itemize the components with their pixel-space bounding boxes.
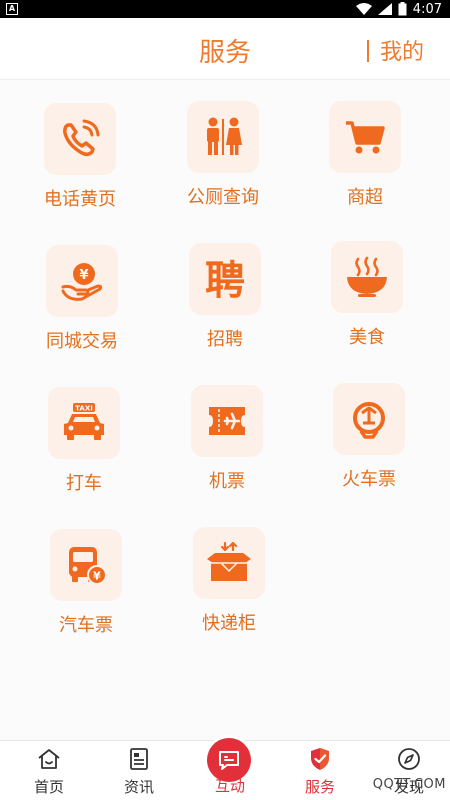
recruit-icon: 聘 xyxy=(189,243,261,315)
top-header: 服务 我的 xyxy=(0,18,450,80)
plane-ticket-icon xyxy=(191,385,263,457)
service-label: 火车票 xyxy=(342,469,396,490)
service-label: 打车 xyxy=(66,473,102,494)
service-tile-taxi[interactable]: TAXI 打车 xyxy=(14,379,154,509)
service-tile-air-ticket[interactable]: 机票 xyxy=(157,377,297,507)
news-icon xyxy=(130,748,148,770)
status-icons: 4:07 xyxy=(355,1,442,17)
service-label: 招聘 xyxy=(207,329,243,350)
service-label: 汽车票 xyxy=(59,615,113,636)
service-tile-train-ticket[interactable]: 火车票 xyxy=(299,375,439,505)
phone-icon xyxy=(44,103,116,175)
wifi-icon xyxy=(355,3,372,15)
svg-text:¥: ¥ xyxy=(79,268,88,283)
service-label: 公厕查询 xyxy=(187,187,259,208)
watermark: QQTT.COM xyxy=(372,777,446,792)
service-tile-food[interactable]: 美食 xyxy=(297,233,437,363)
service-label: 快递柜 xyxy=(202,613,256,634)
home-icon xyxy=(38,749,60,769)
service-label: 机票 xyxy=(209,471,245,492)
svg-text:聘: 聘 xyxy=(205,257,245,304)
nav-label: 资讯 xyxy=(123,778,154,796)
parcel-box-icon xyxy=(193,527,265,599)
service-tile-restroom[interactable]: 公厕查询 xyxy=(153,93,293,223)
svg-text:TAXI: TAXI xyxy=(75,405,93,413)
nav-service[interactable]: 服务 xyxy=(275,745,365,800)
service-tile-local-trade[interactable]: ¥ 同城交易 xyxy=(12,237,152,367)
status-bar: A 4:07 xyxy=(0,0,450,18)
svg-text:¥: ¥ xyxy=(93,570,101,583)
train-icon xyxy=(333,383,405,455)
service-label: 电话黄页 xyxy=(44,189,116,210)
bus-icon: ¥ xyxy=(50,529,122,601)
nav-home[interactable]: 首页 xyxy=(4,745,94,800)
food-bowl-icon xyxy=(331,241,403,313)
nav-label: 服务 xyxy=(304,778,335,796)
service-label: 商超 xyxy=(347,187,383,208)
header-divider xyxy=(367,40,369,62)
service-tile-phone-directory[interactable]: 电话黄页 xyxy=(10,95,150,225)
app-notification-icon: A xyxy=(6,3,18,15)
nav-label: 首页 xyxy=(33,778,64,796)
shield-check-icon xyxy=(311,748,329,770)
service-label: 美食 xyxy=(349,327,385,348)
service-tile-supermarket[interactable]: 商超 xyxy=(295,93,435,223)
yuan-hand-icon: ¥ xyxy=(46,245,118,317)
service-tile-parcel-locker[interactable]: 快递柜 xyxy=(159,519,299,649)
clock-time: 4:07 xyxy=(412,1,442,17)
signal-icon xyxy=(377,3,392,15)
battery-icon xyxy=(398,2,407,16)
service-tile-recruitment[interactable]: 聘 招聘 xyxy=(155,235,295,365)
service-label: 同城交易 xyxy=(46,331,118,352)
mine-tab[interactable]: 我的 xyxy=(380,34,424,66)
nav-news[interactable]: 资讯 xyxy=(94,745,184,800)
shopping-cart-icon xyxy=(329,101,401,173)
taxi-icon: TAXI xyxy=(48,387,120,459)
restroom-icon xyxy=(187,101,259,173)
service-tile-bus-ticket[interactable]: ¥ 汽车票 xyxy=(16,521,156,651)
compass-icon xyxy=(398,748,420,770)
bottom-nav: 首页 资讯 互动 服务 发现 QQTT.COM xyxy=(0,738,450,800)
nav-interact-label[interactable]: 互动 xyxy=(180,775,280,796)
chat-icon xyxy=(219,751,239,770)
